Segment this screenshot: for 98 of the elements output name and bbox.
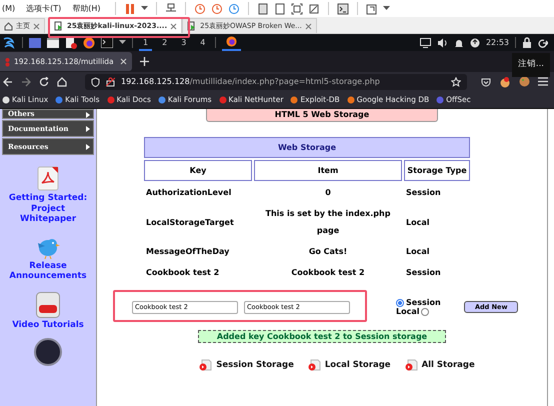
logout-icon[interactable]	[538, 38, 548, 48]
bookmark-icon	[436, 96, 444, 104]
storage-link[interactable]: Local Storage	[324, 360, 391, 370]
status-message: Added key Cookbook test 2 to Session storage	[198, 330, 446, 343]
terminal-icon[interactable]	[336, 2, 349, 14]
close-icon[interactable]	[33, 22, 40, 30]
back-icon[interactable]	[3, 76, 13, 86]
page-icon	[199, 359, 212, 371]
close-icon[interactable]	[304, 22, 312, 30]
bell-icon[interactable]	[454, 38, 464, 48]
caret-icon	[86, 112, 90, 118]
menu-item[interactable]: 帮助(H)	[72, 3, 101, 14]
page-heading: HTML 5 Web Storage	[206, 109, 438, 122]
video-icon[interactable]	[36, 292, 60, 318]
view-icon[interactable]	[366, 2, 378, 14]
workspace-button[interactable]: 4	[196, 34, 210, 51]
forward-icon[interactable]	[21, 76, 31, 86]
update-icon[interactable]	[470, 38, 480, 48]
menu-item[interactable]: (M)	[2, 4, 16, 13]
clock-text: 22:53	[486, 38, 509, 47]
vm-icon	[54, 21, 64, 31]
monitor-icon[interactable]	[420, 38, 431, 48]
star-icon[interactable]	[451, 76, 461, 86]
storage-link[interactable]: All Storage	[422, 360, 475, 370]
sidebar-link[interactable]: Video Tutorials	[3, 320, 93, 330]
desktop-icon[interactable]	[29, 38, 41, 48]
close-icon[interactable]	[170, 22, 178, 30]
bookmark-icon	[55, 96, 64, 104]
table-cell-text: 0	[324, 187, 332, 199]
table-cell-text: AuthorizationLevel	[145, 187, 232, 199]
folder-icon[interactable]	[47, 38, 59, 48]
radio-button[interactable]	[396, 298, 404, 306]
home-icon	[4, 22, 13, 30]
page-icon	[404, 359, 418, 371]
table-cell-text: Local	[405, 246, 430, 258]
table-cell-text: MessageOfTheDay	[145, 246, 230, 258]
fullscreen-icon[interactable]	[290, 2, 303, 14]
page-icon	[308, 359, 321, 371]
shrink-icon[interactable]	[308, 2, 320, 14]
table-cell-text: Go Cats!	[308, 246, 348, 258]
close-icon[interactable]	[120, 58, 127, 65]
caret-icon	[86, 126, 90, 132]
lock-icon	[106, 76, 115, 86]
radio-label: Session	[406, 298, 441, 307]
pause-icon[interactable]	[124, 2, 136, 14]
bookmark-icon	[106, 96, 115, 104]
table-cell-text: Cookbook test 2	[290, 267, 366, 279]
reload-icon[interactable]	[39, 76, 49, 86]
table-cell-text: Cookbook test 2	[145, 267, 220, 279]
new-tab-icon[interactable]	[140, 57, 149, 66]
table-cell-text: This is set by the index.php page	[264, 208, 392, 237]
speaker-icon[interactable]	[436, 38, 448, 48]
shield-icon	[91, 76, 100, 86]
clock-icon[interactable]	[210, 2, 223, 14]
dragon-icon[interactable]	[2, 36, 16, 50]
radio-button[interactable]	[421, 308, 430, 316]
address-bar[interactable]: 192.168.125.128/mutillidae/index.php?page=html5-storage.php	[85, 74, 467, 90]
clock-icon[interactable]	[228, 2, 240, 14]
table-cell-text: LocalStorageTarget	[145, 216, 235, 229]
window-icon[interactable]	[274, 2, 286, 14]
bookmark-icon	[218, 96, 227, 104]
sidebar-link[interactable]: Release Announcements	[3, 260, 93, 282]
bookmark-icon	[158, 96, 166, 104]
caret-icon	[86, 144, 90, 150]
caret-icon[interactable]	[382, 6, 390, 11]
storage-link[interactable]: Session Storage	[216, 360, 294, 370]
pocket-icon[interactable]	[481, 76, 491, 86]
lock-icon[interactable]	[522, 37, 532, 48]
column-header: Item	[254, 160, 402, 181]
firefox-icon[interactable]	[83, 36, 95, 48]
clock-icon[interactable]	[194, 2, 206, 14]
tooltip: 注销...	[512, 53, 550, 77]
url-text: 192.168.125.128/mutillidae/index.php?page=html5-storage.php	[121, 77, 380, 86]
home-icon[interactable]	[57, 76, 67, 86]
pdf-icon[interactable]	[37, 166, 59, 191]
menu-icon[interactable]	[538, 77, 548, 86]
cookie-icon[interactable]	[519, 76, 530, 87]
radio-label: Local	[396, 307, 420, 316]
workspace-button[interactable]: 2	[158, 34, 172, 51]
vm-icon	[187, 21, 198, 31]
bookmark-icon	[346, 96, 355, 104]
caret-icon[interactable]	[140, 6, 148, 11]
table-cell-text: Session	[405, 187, 442, 199]
table-cell-text: Session	[405, 267, 442, 279]
window-icon[interactable]	[256, 2, 269, 14]
bug-icon	[5, 56, 10, 66]
caret-icon[interactable]	[119, 40, 126, 45]
network-icon[interactable]	[164, 2, 177, 14]
workspace-button[interactable]: 3	[177, 34, 190, 51]
column-header: Key	[144, 160, 252, 181]
sidebar-link[interactable]: Getting Started: Project Whitepaper	[3, 193, 93, 224]
bookmark-icon	[2, 96, 10, 104]
firefox-icon	[226, 36, 238, 47]
column-header: Storage Type	[404, 160, 470, 181]
menu-item[interactable]: 选项卡(T)	[26, 3, 62, 14]
table-cell-text: Local	[405, 216, 430, 228]
table-title: Web Storage	[144, 137, 470, 158]
bookmark-icon	[290, 96, 298, 104]
